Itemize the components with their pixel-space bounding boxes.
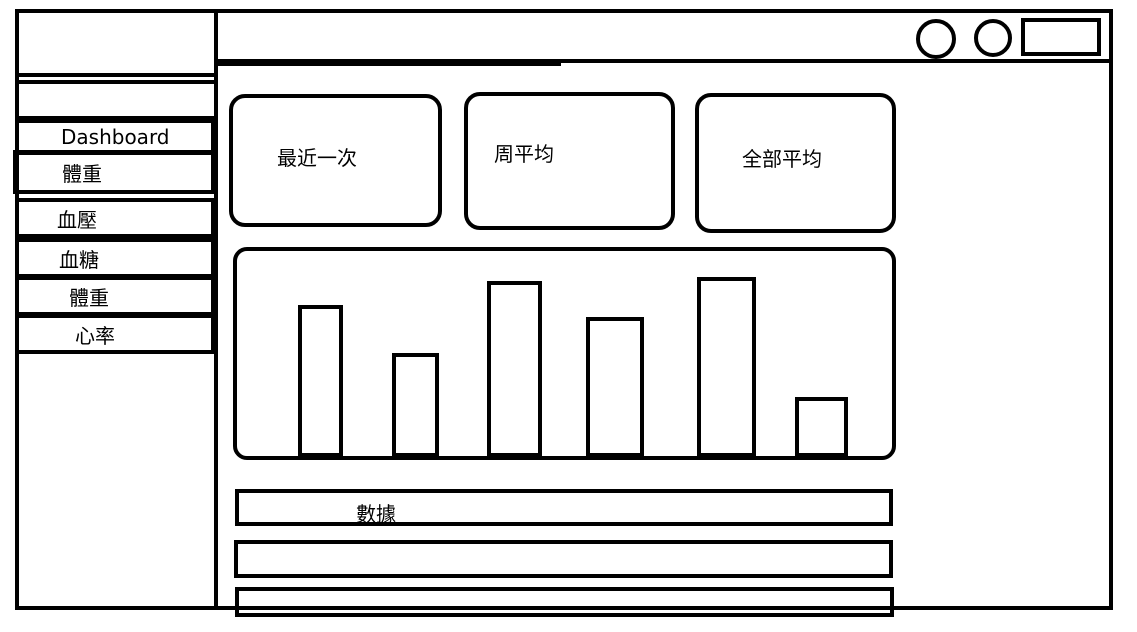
table-row[interactable] (234, 540, 893, 578)
chart-bar (298, 305, 343, 457)
sidebar-item-label: Dashboard (61, 125, 170, 149)
chart-bar (586, 317, 644, 457)
sidebar-item-label: 血壓 (57, 207, 97, 232)
card-label: 最近一次 (277, 146, 357, 170)
chart-bar (487, 281, 542, 457)
chart-bar (795, 397, 848, 457)
circle-icon-button[interactable] (916, 19, 956, 59)
bar-chart (233, 247, 896, 460)
sidebar-blank-item[interactable] (19, 80, 215, 120)
card-latest: 最近一次 (229, 94, 442, 227)
card-weekly-average: 周平均 (464, 92, 675, 230)
sidebar-item-label: 體重 (69, 285, 109, 310)
chart-bar (392, 353, 439, 457)
sidebar-item-weight-2[interactable]: 體重 (19, 276, 215, 316)
top-rect-button[interactable] (1021, 18, 1101, 56)
sidebar-item-heart-rate[interactable]: 心率 (19, 314, 215, 354)
logo-area (19, 13, 215, 77)
sidebar-item-weight[interactable]: 體重 (13, 150, 215, 194)
table-header-label: 數據 (356, 502, 396, 526)
table-row[interactable] (235, 587, 894, 617)
sidebar-item-blood-pressure[interactable]: 血壓 (19, 198, 215, 238)
table-header-row: 數據 (235, 489, 893, 526)
sidebar-item-label: 體重 (62, 161, 102, 186)
card-label: 全部平均 (742, 147, 822, 171)
top-bar-underline (215, 62, 561, 66)
card-overall-average: 全部平均 (695, 93, 896, 233)
sidebar-item-label: 血糖 (59, 247, 99, 272)
card-label: 周平均 (494, 142, 554, 166)
sidebar-item-blood-sugar[interactable]: 血糖 (19, 238, 215, 278)
chart-bar (697, 277, 756, 457)
sidebar-item-label: 心率 (75, 323, 115, 348)
circle-icon-button-2[interactable] (974, 19, 1012, 57)
